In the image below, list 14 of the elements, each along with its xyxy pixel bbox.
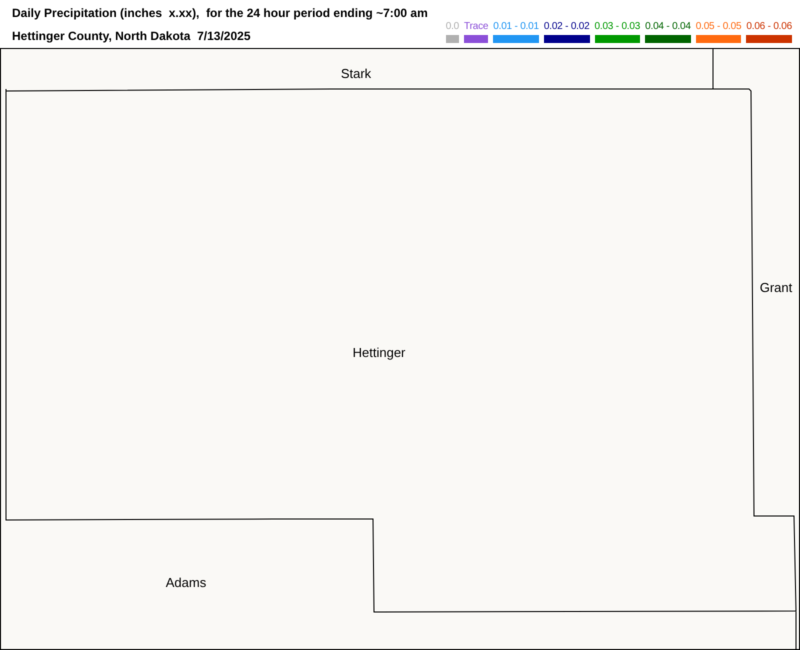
map-subtitle: Hettinger County, North Dakota 7/13/2025 xyxy=(12,28,252,45)
county-label: Grant xyxy=(760,281,792,295)
legend-label: 0.02 - 0.02 xyxy=(544,21,590,33)
county-label: Adams xyxy=(166,576,206,590)
county-label: Stark xyxy=(340,67,372,81)
county-label: Hettinger xyxy=(352,346,406,360)
legend-label: 0.06 - 0.06 xyxy=(746,21,792,33)
legend-label: 0.05 - 0.05 xyxy=(696,21,742,33)
legend-label: 0.01 - 0.01 xyxy=(493,21,539,33)
legend-label: 0.03 - 0.03 xyxy=(594,21,640,33)
legend-label: Trace xyxy=(464,21,488,33)
legend-label: 0.04 - 0.04 xyxy=(645,21,691,33)
legend-label: 0.0 xyxy=(446,21,460,33)
map-title: Daily Precipitation (inches x.xx), for the 24 hour period ending ~7:00 am xyxy=(12,5,428,22)
